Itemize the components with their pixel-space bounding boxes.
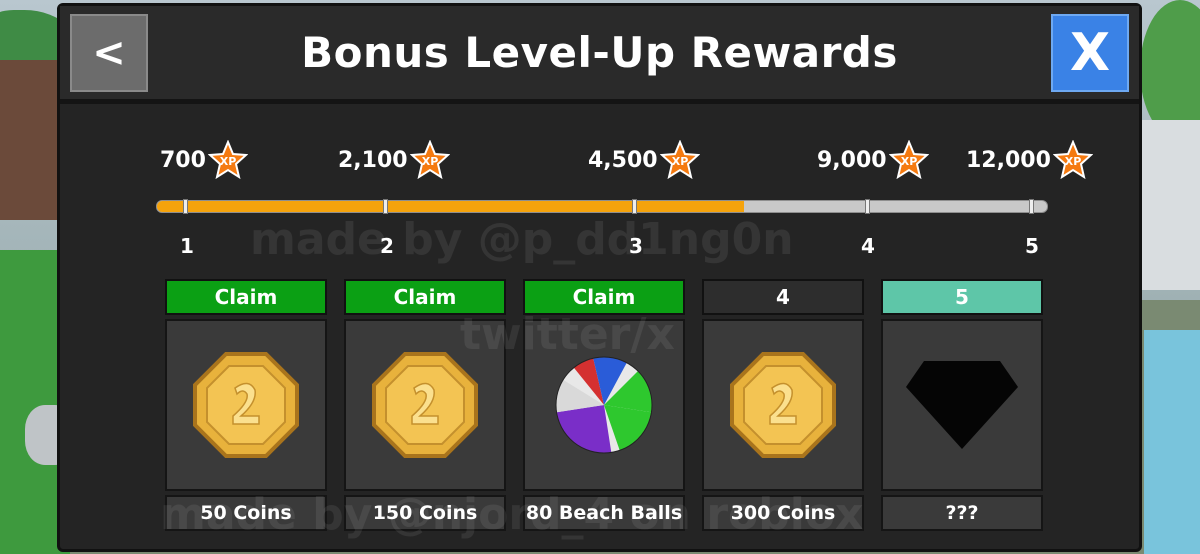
reward-level-badge: 4: [702, 279, 864, 315]
progress-tick: [383, 199, 388, 214]
reward-column-3: Claim 80 Beach Balls: [523, 279, 685, 531]
background-house: [0, 60, 60, 220]
background-building: [1140, 120, 1200, 290]
rewards-panel: < Bonus Level-Up Rewards X 700 XP 2,100 …: [57, 3, 1142, 552]
level-progress-fill: [157, 201, 745, 212]
xp-star-label: XP: [220, 155, 237, 168]
reward-card: [523, 319, 685, 491]
page-title: Bonus Level-Up Rewards: [301, 28, 898, 77]
reward-label: 300 Coins: [702, 495, 864, 531]
beach-ball-icon: [555, 356, 653, 454]
background-pool: [1144, 330, 1200, 554]
reward-column-1: Claim 50 Coins: [165, 279, 327, 531]
reward-column-4: 4 300 Coins: [702, 279, 864, 531]
watermark-text: made by @p_dd1ng0n: [250, 214, 794, 265]
xp-star-icon: XP: [888, 140, 929, 180]
milestone-xp-5: 12,000 XP: [966, 140, 1093, 180]
xp-star-label: XP: [1065, 155, 1082, 168]
claim-button[interactable]: Claim: [165, 279, 327, 315]
xp-star-icon: XP: [207, 140, 248, 180]
reward-card: [702, 319, 864, 491]
panel-header: < Bonus Level-Up Rewards X: [60, 6, 1139, 104]
milestone-xp-amount: 700: [160, 147, 206, 173]
progress-tick: [1029, 199, 1034, 214]
xp-star-label: XP: [671, 155, 688, 168]
milestone-xp-3: 4,500 XP: [588, 140, 700, 180]
progress-tick: [183, 199, 188, 214]
milestone-xp-amount: 2,100: [338, 147, 408, 173]
reward-label: 50 Coins: [165, 495, 327, 531]
xp-star-label: XP: [900, 155, 917, 168]
xp-star-icon: XP: [409, 140, 450, 180]
milestone-xp-1: 700 XP: [160, 140, 248, 180]
xp-star-label: XP: [421, 155, 438, 168]
coin-icon: [372, 352, 478, 458]
reward-card: [881, 319, 1043, 491]
reward-level-badge: 5: [881, 279, 1043, 315]
xp-star-icon: XP: [1052, 140, 1093, 180]
reward-card: [165, 319, 327, 491]
close-button[interactable]: X: [1051, 14, 1129, 92]
coin-icon: [730, 352, 836, 458]
progress-tick: [865, 199, 870, 214]
mystery-gem-icon: [906, 361, 1018, 449]
milestone-level-4: 4: [861, 234, 875, 258]
reward-label: ???: [881, 495, 1043, 531]
reward-column-2: Claim 150 Coins: [344, 279, 506, 531]
milestone-xp-4: 9,000 XP: [817, 140, 929, 180]
reward-label: 150 Coins: [344, 495, 506, 531]
milestone-level-3: 3: [629, 234, 643, 258]
coin-icon: [193, 352, 299, 458]
milestone-xp-amount: 4,500: [588, 147, 658, 173]
milestone-level-2: 2: [380, 234, 394, 258]
reward-column-5: 5 ???: [881, 279, 1043, 531]
milestone-level-5: 5: [1025, 234, 1039, 258]
milestone-xp-amount: 9,000: [817, 147, 887, 173]
progress-tick: [632, 199, 637, 214]
reward-card: [344, 319, 506, 491]
claim-button[interactable]: Claim: [344, 279, 506, 315]
reward-label: 80 Beach Balls: [523, 495, 685, 531]
claim-button[interactable]: Claim: [523, 279, 685, 315]
xp-star-icon: XP: [659, 140, 700, 180]
rewards-body: 700 XP 2,100 XP 4,500 XP 9,000 XP 12,000…: [60, 114, 1139, 552]
milestone-xp-amount: 12,000: [966, 147, 1051, 173]
milestone-level-1: 1: [180, 234, 194, 258]
milestone-xp-2: 2,100 XP: [338, 140, 450, 180]
level-progress-bar: [156, 199, 1048, 214]
